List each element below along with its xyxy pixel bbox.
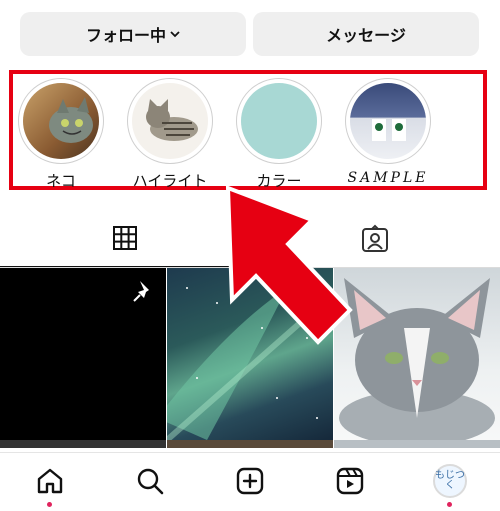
highlight-cover-color — [241, 83, 317, 159]
highlight-color[interactable]: カラー — [234, 78, 324, 191]
highlight-highlight[interactable]: ハイライト — [125, 78, 215, 191]
post-row2-3[interactable] — [334, 440, 500, 448]
pin-icon — [133, 281, 149, 302]
message-label: メッセージ — [326, 26, 406, 45]
reels-icon — [336, 467, 364, 495]
following-button[interactable]: フォロー中 — [20, 12, 246, 56]
nav-profile[interactable]: もじつく — [430, 461, 470, 507]
post-row2-1[interactable] — [0, 440, 166, 448]
highlight-cover-coffee — [350, 83, 426, 159]
highlight-label: ネコ — [46, 172, 76, 190]
plus-square-icon — [236, 467, 264, 495]
highlight-neko[interactable]: ネコ — [16, 78, 106, 191]
message-button[interactable]: メッセージ — [253, 12, 479, 56]
notification-dot — [447, 502, 452, 507]
nav-search[interactable] — [130, 461, 170, 501]
notification-dot — [47, 502, 52, 507]
nav-create[interactable] — [230, 461, 270, 501]
highlight-cover-cat — [23, 83, 99, 159]
tagged-person-icon — [362, 224, 388, 252]
grid-icon — [113, 226, 137, 250]
pinned-post[interactable] — [0, 268, 166, 440]
nav-home[interactable] — [30, 461, 70, 507]
highlight-ring — [345, 78, 431, 164]
annotation-arrow — [225, 185, 353, 345]
chevron-down-icon — [170, 31, 180, 38]
avatar-text: もじつく — [435, 470, 465, 491]
nav-reels[interactable] — [330, 461, 370, 501]
highlight-sample[interactable]: SAMPLE — [343, 78, 433, 186]
post-row2-2[interactable] — [167, 440, 333, 448]
highlight-cover-tabby — [132, 83, 208, 159]
following-label: フォロー中 — [85, 26, 166, 45]
home-icon — [37, 468, 63, 494]
bottom-navigation: もじつく — [0, 452, 500, 511]
highlight-ring — [18, 78, 104, 164]
highlight-ring — [236, 78, 322, 164]
avatar-icon: もじつく — [433, 464, 467, 498]
highlight-ring — [127, 78, 213, 164]
search-icon — [137, 468, 164, 495]
